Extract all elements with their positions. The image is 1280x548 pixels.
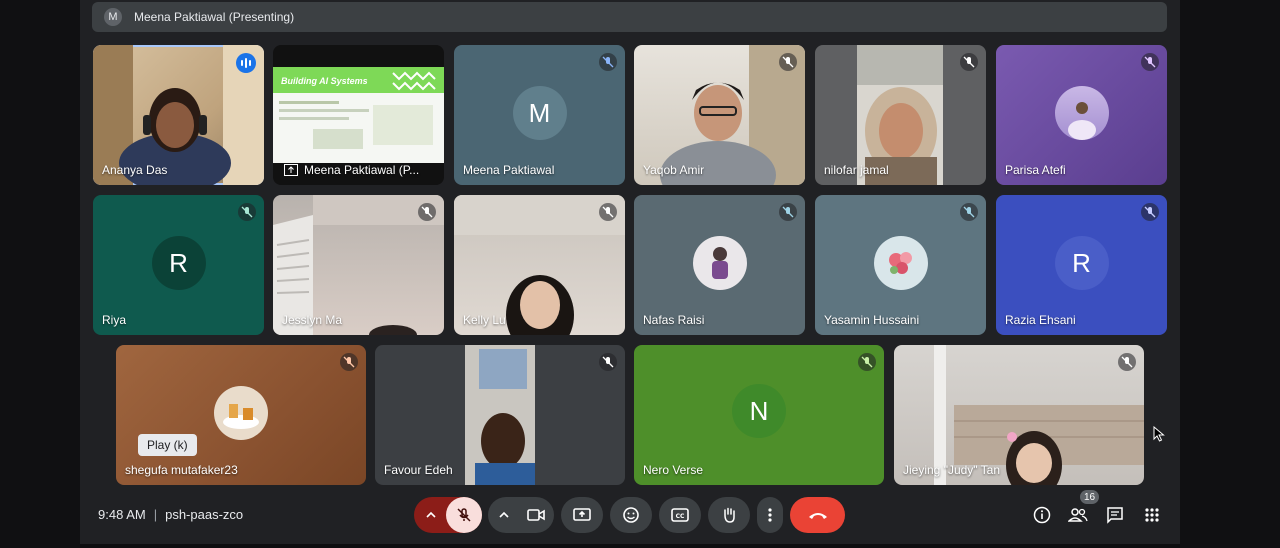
hang-up-phone-icon	[808, 513, 827, 519]
mic-toggle-button[interactable]	[446, 497, 482, 533]
mic-off-icon	[1141, 53, 1159, 71]
slide-title: Building AI Systems	[281, 76, 368, 86]
participant-tile-nilofar-jamal[interactable]: nilofar jamal	[815, 45, 986, 185]
participant-name: Parisa Atefi	[1005, 163, 1066, 177]
profile-photo	[873, 236, 928, 290]
mic-off-icon	[960, 203, 978, 221]
participant-name: Yaqob Amir	[643, 163, 705, 177]
mic-off-icon	[779, 203, 797, 221]
chevron-up-icon	[426, 511, 436, 518]
mic-off-icon	[340, 353, 358, 371]
participant-name: Ananya Das	[102, 163, 168, 177]
activities-button[interactable]	[1139, 502, 1165, 528]
video-options-button[interactable]	[488, 497, 520, 533]
participant-tile-meena-presentation[interactable]: Building AI Systems Meena Paktiawal (P..…	[273, 45, 444, 185]
mic-off-icon	[960, 53, 978, 71]
people-button[interactable]	[1065, 502, 1091, 528]
meeting-code: psh-paas-zco	[165, 507, 244, 522]
mic-off-icon	[858, 353, 876, 371]
participant-tile-jieying-judy-tan[interactable]: Jieying "Judy" Tan	[894, 345, 1144, 485]
meeting-info: 9:48 AM | psh-paas-zco	[98, 507, 243, 522]
participant-tile-ananya-das[interactable]: Ananya Das	[93, 45, 264, 185]
participant-tile-jesslyn-ma[interactable]: Jesslyn Ma	[273, 195, 444, 335]
profile-photo	[214, 386, 268, 440]
mic-off-icon	[1118, 353, 1136, 371]
participant-tile-nero-verse[interactable]: N Nero Verse	[634, 345, 884, 485]
avatar: N	[732, 384, 786, 438]
camera-toggle-button[interactable]	[518, 497, 554, 533]
avatar: R	[151, 236, 206, 290]
chat-icon	[1107, 507, 1123, 524]
participant-tile-kelly-lu[interactable]: Kelly Lu	[454, 195, 625, 335]
chevron-up-icon	[499, 511, 509, 518]
emoji-icon	[623, 507, 639, 523]
participant-name: Yasamin Hussaini	[824, 313, 920, 327]
meeting-details-button[interactable]	[1029, 502, 1055, 528]
present-screen-icon	[284, 164, 298, 176]
participant-name: Razia Ehsani	[1005, 313, 1076, 327]
participant-name: Nero Verse	[643, 463, 704, 477]
play-tooltip: Play (k)	[138, 434, 197, 456]
raise-hand-button[interactable]	[708, 497, 750, 533]
reactions-button[interactable]	[610, 497, 652, 533]
separator: |	[153, 507, 158, 522]
participant-name: nilofar jamal	[824, 163, 889, 177]
mic-off-icon	[599, 53, 617, 71]
avatar: R	[1054, 236, 1109, 290]
window-bottom-edge	[80, 544, 1180, 548]
chat-button[interactable]	[1102, 502, 1128, 528]
participant-tile-yasamin-hussaini[interactable]: Yasamin Hussaini	[815, 195, 986, 335]
participant-tile-meena-paktiawal[interactable]: M Meena Paktiawal	[454, 45, 625, 185]
apps-grid-icon	[1145, 508, 1159, 522]
participant-name: Meena Paktiawal (P...	[304, 163, 420, 177]
participant-name: Jesslyn Ma	[282, 313, 343, 327]
mic-off-icon	[238, 203, 256, 221]
mic-off-icon	[1141, 203, 1159, 221]
profile-photo	[1054, 86, 1109, 140]
audio-options-button[interactable]	[414, 497, 448, 533]
participant-tile-razia-ehsani[interactable]: R Razia Ehsani	[996, 195, 1167, 335]
svg-text:CC: CC	[676, 513, 685, 520]
leave-call-button[interactable]	[790, 497, 845, 533]
present-screen-icon	[573, 508, 591, 521]
avatar: M	[512, 86, 567, 140]
mic-off-icon	[457, 508, 471, 522]
people-icon	[1068, 508, 1088, 522]
mic-off-icon	[779, 53, 797, 71]
participant-name: Jieying "Judy" Tan	[903, 463, 1001, 477]
participant-tile-riya[interactable]: R Riya	[93, 195, 264, 335]
captions-button[interactable]: CC	[659, 497, 701, 533]
info-icon	[1033, 506, 1051, 524]
right-letterbox	[1180, 0, 1280, 548]
mic-off-icon	[599, 203, 617, 221]
participant-tile-yaqob-amir[interactable]: Yaqob Amir	[634, 45, 805, 185]
speaking-indicator-icon	[236, 53, 256, 73]
participant-tile-shegufa-mutafaker23[interactable]: shegufa mutafaker23	[116, 345, 366, 485]
participant-name: Favour Edeh	[384, 463, 453, 477]
presenting-banner[interactable]: M Meena Paktiawal (Presenting)	[92, 2, 1167, 32]
closed-captions-icon: CC	[671, 508, 689, 522]
participant-name: Riya	[102, 313, 127, 327]
participant-tile-favour-edeh[interactable]: Favour Edeh	[375, 345, 625, 485]
clock-time: 9:48 AM	[98, 507, 146, 522]
more-vert-icon	[768, 508, 772, 522]
mouse-cursor-icon	[1153, 426, 1165, 442]
participant-name: shegufa mutafaker23	[125, 463, 238, 477]
more-options-button[interactable]	[757, 497, 783, 533]
participant-name: Meena Paktiawal	[463, 163, 555, 177]
participant-name: Kelly Lu	[463, 313, 506, 327]
participant-tile-nafas-raisi[interactable]: Nafas Raisi	[634, 195, 805, 335]
participant-name: Nafas Raisi	[643, 313, 705, 327]
left-letterbox	[0, 0, 80, 548]
video-camera-icon	[527, 509, 545, 521]
mic-off-icon	[599, 353, 617, 371]
raise-hand-icon	[724, 507, 735, 523]
mic-off-icon	[418, 203, 436, 221]
presenting-label: Meena Paktiawal (Presenting)	[134, 10, 295, 24]
profile-photo	[692, 236, 747, 290]
present-now-button[interactable]	[561, 497, 603, 533]
presenter-avatar: M	[104, 8, 122, 26]
participant-tile-parisa-atefi[interactable]: Parisa Atefi	[996, 45, 1167, 185]
